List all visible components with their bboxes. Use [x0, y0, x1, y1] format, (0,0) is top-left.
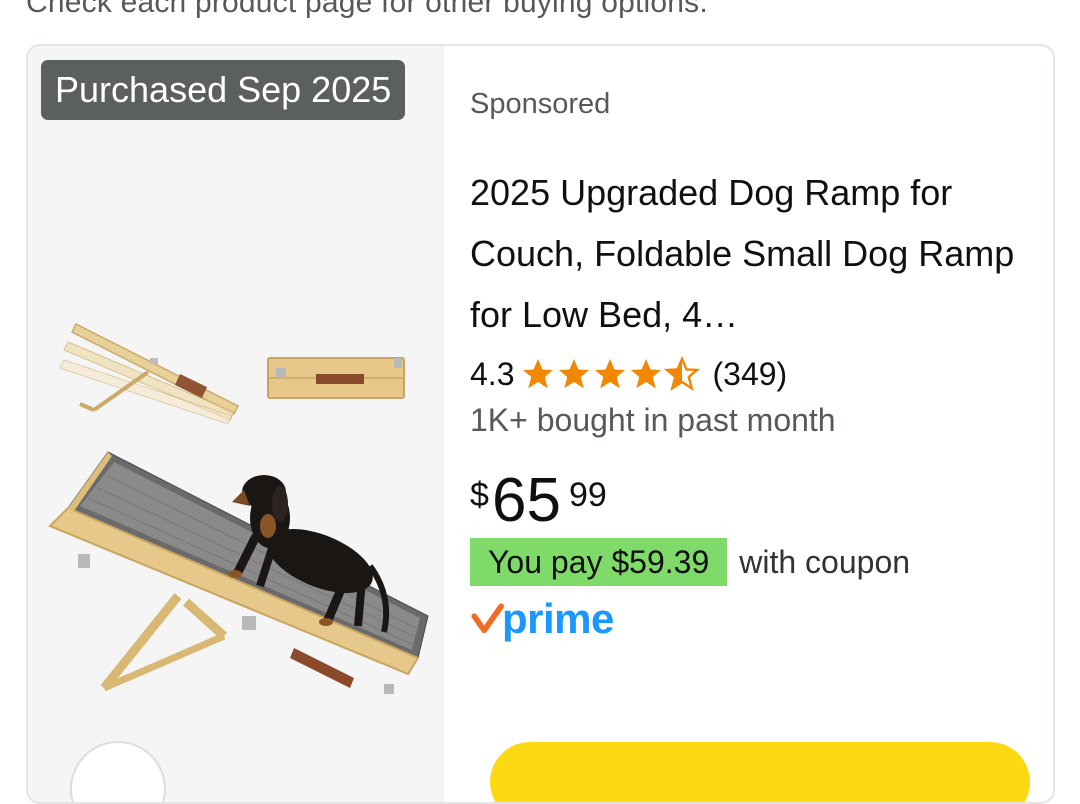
star-icon [631, 359, 662, 389]
price-whole: 65 [492, 466, 561, 535]
product-info: Sponsored 2025 Upgraded Dog Ramp for Cou… [470, 46, 1053, 802]
folded-ramp-illustration [267, 357, 405, 399]
product-title[interactable]: 2025 Upgraded Dog Ramp for Couch, Foldab… [470, 162, 1030, 345]
prime-badge: prime [470, 594, 614, 644]
thumbnail-circle[interactable] [70, 741, 166, 802]
bought-count: 1K+ bought in past month [470, 402, 836, 438]
product-image-pane[interactable]: Purchased Sep 2025 [28, 46, 444, 802]
you-pay-badge: You pay $59.39 [470, 538, 728, 586]
fold-angle-illustration [59, 322, 240, 425]
sponsored-label: Sponsored [470, 88, 611, 120]
rating-row[interactable]: 4.3 (349) [470, 354, 787, 394]
star-rating [520, 356, 701, 392]
buying-options-note: Check each product page for other buying… [26, 0, 708, 19]
star-icon [559, 359, 590, 389]
rating-value: 4.3 [470, 355, 515, 392]
star-icon [523, 359, 554, 389]
prime-check-icon [470, 602, 504, 636]
rating-count[interactable]: (349) [712, 356, 787, 393]
coupon-row: You pay $59.39 with coupon [470, 538, 910, 586]
dog-ramp-image[interactable] [28, 296, 444, 696]
star-icon [595, 359, 626, 389]
add-to-cart-button[interactable] [490, 742, 1030, 802]
price-fraction: 99 [569, 476, 607, 514]
purchased-badge: Purchased Sep 2025 [41, 60, 406, 120]
with-coupon-label: with coupon [739, 543, 911, 580]
half-star-icon [664, 356, 701, 391]
product-card[interactable]: Purchased Sep 2025 Sponsored 2025 Upgrad… [26, 44, 1055, 804]
price-symbol: $ [470, 476, 489, 514]
prime-label: prime [502, 595, 614, 642]
